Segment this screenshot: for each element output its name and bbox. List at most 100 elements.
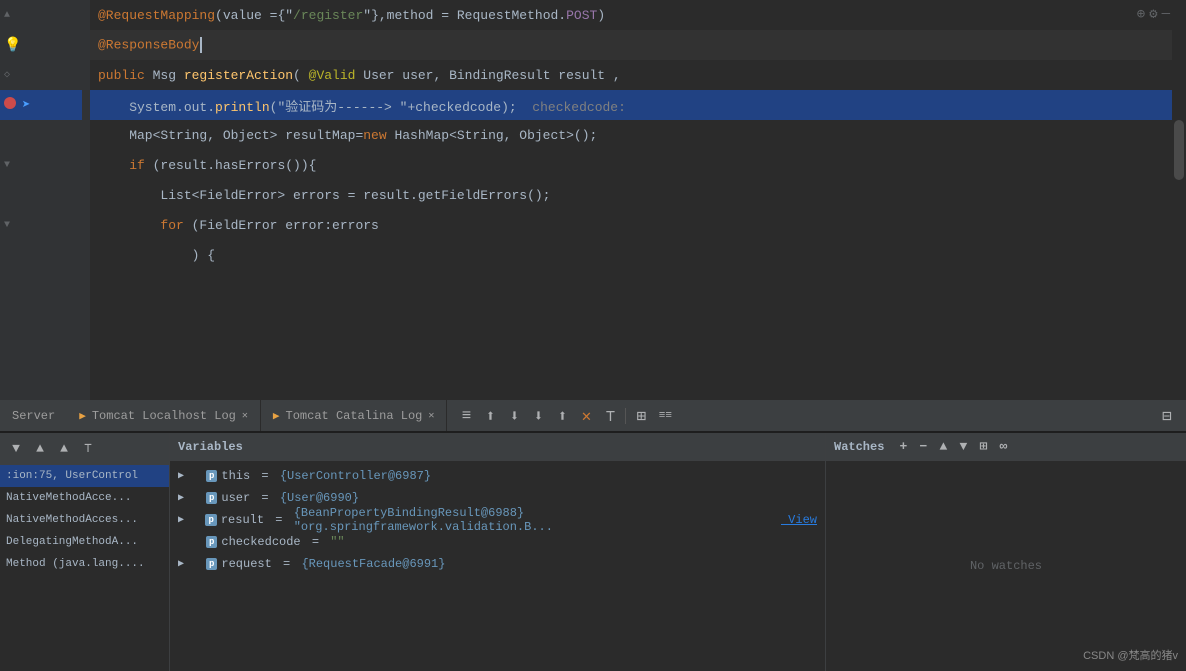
callstack-item-0[interactable]: :ion:75, UserControl: [0, 465, 169, 487]
gutter-line-1: ▲: [0, 0, 82, 30]
code-text-3: public Msg registerAction( @Valid User u…: [98, 68, 621, 83]
code-line-7: List<FieldError> errors = result.getFiel…: [90, 180, 1186, 210]
editor-top-right: ⊕ ⚙ —: [1137, 0, 1170, 29]
code-line-5: Map<String, Object> resultMap=new HashMa…: [90, 120, 1186, 150]
variables-header: Variables: [170, 433, 825, 461]
callstack-item-label-3: DelegatingMethodA...: [6, 536, 138, 548]
var-expand-result[interactable]: ▶: [178, 514, 190, 526]
minimize-icon[interactable]: —: [1162, 6, 1170, 23]
watches-toolbar: + − ▲ ▼ ⊞ ∞: [894, 438, 1012, 456]
callstack-item-3[interactable]: DelegatingMethodA...: [0, 531, 169, 553]
var-eq-request: =: [276, 557, 298, 571]
callstack-item-1[interactable]: NativeMethodAcce...: [0, 487, 169, 509]
callstack-item-2[interactable]: NativeMethodAcces...: [0, 509, 169, 531]
tomcat-localhost-icon: ▶: [79, 409, 86, 423]
toolbar-bottom-icon[interactable]: ⬇: [527, 405, 549, 427]
toolbar-grid-icon[interactable]: ⊞: [630, 405, 652, 427]
var-expand-user[interactable]: ▶: [178, 492, 190, 504]
debug-arrow-4: ➤: [22, 97, 30, 114]
breakpoint-icon-4[interactable]: [4, 97, 16, 113]
toolbar-top-icon[interactable]: ⬆: [551, 405, 573, 427]
var-item-this[interactable]: ▶ p this = {UserController@6987}: [170, 465, 825, 487]
var-eq-this: =: [254, 469, 276, 483]
callstack-item-label-1: NativeMethodAcce...: [6, 492, 131, 504]
toolbar-up-icon[interactable]: ⬆: [479, 405, 501, 427]
gutter-line-7: [0, 180, 82, 210]
code-line-9: ) {: [90, 240, 1186, 270]
watches-remove-btn[interactable]: −: [914, 438, 932, 456]
var-name-request: request: [221, 557, 271, 571]
toolbar-actions: ≡ ⬆ ⬇ ⬇ ⬆ ✕ ⊤ ⊞ ≡≡: [447, 405, 684, 427]
toolbar-remove-icon[interactable]: ✕: [575, 405, 597, 427]
watches-copy-btn[interactable]: ⊞: [974, 438, 992, 456]
var-value-request: {RequestFacade@6991}: [301, 557, 445, 571]
tab-tomcat-localhost-close[interactable]: ✕: [242, 410, 248, 422]
code-line-6: if (result.hasErrors()){: [90, 150, 1186, 180]
tab-tomcat-catalina[interactable]: ▶ Tomcat Catalina Log ✕: [261, 400, 447, 431]
watches-up-btn[interactable]: ▲: [934, 438, 952, 456]
var-item-result[interactable]: ▶ p result = {BeanPropertyBindingResult@…: [170, 509, 825, 531]
var-badge-result: p: [205, 514, 216, 526]
variables-list: ▶ p this = {UserController@6987} ▶ p use…: [170, 461, 825, 671]
code-line-2: @ResponseBody: [90, 30, 1186, 60]
code-line-8: for (FieldError error:errors: [90, 210, 1186, 240]
toolbar-end-icon[interactable]: ⊤: [599, 405, 621, 427]
fold-arrow-6[interactable]: ▼: [4, 160, 10, 171]
var-eq-user: =: [254, 491, 276, 505]
watches-infinity-btn[interactable]: ∞: [994, 438, 1012, 456]
var-view-result[interactable]: View: [781, 513, 817, 527]
toolbar-menu-icon[interactable]: ≡: [455, 405, 477, 427]
callstack-item-label-4: Method (java.lang....: [6, 558, 145, 570]
server-label: Server: [0, 409, 67, 423]
scrollbar-thumb[interactable]: [1174, 120, 1184, 180]
code-text-5: Map<String, Object> resultMap=new HashMa…: [98, 128, 597, 143]
variables-panel: Variables ▶ p this = {UserController@698…: [170, 433, 826, 671]
code-line-1: @RequestMapping(value ={"/register"},met…: [90, 0, 1186, 30]
variables-title: Variables: [178, 440, 243, 454]
var-expand-this[interactable]: ▶: [178, 470, 190, 482]
settings-icon[interactable]: ⚙: [1149, 6, 1157, 23]
toolbar-down-icon[interactable]: ⬇: [503, 405, 525, 427]
var-expand-checkedcode: ▶: [178, 536, 190, 548]
callstack-filter-btn[interactable]: ⊤: [78, 439, 98, 459]
var-eq-result: =: [268, 513, 290, 527]
code-line-4: System.out.println("验证码为------> "+checke…: [90, 90, 1186, 120]
toolbar-sep-1: [625, 408, 626, 424]
code-text-1: @RequestMapping(value ={"/register"},met…: [98, 8, 605, 23]
var-expand-request[interactable]: ▶: [178, 558, 190, 570]
var-name-user: user: [221, 491, 250, 505]
fold-arrow-1[interactable]: ▲: [4, 10, 10, 21]
var-name-this: this: [221, 469, 250, 483]
tab-bar-right: ⊟: [1156, 405, 1186, 427]
tab-tomcat-localhost[interactable]: ▶ Tomcat Localhost Log ✕: [67, 400, 261, 431]
code-content: @RequestMapping(value ={"/register"},met…: [90, 0, 1186, 400]
callstack-down-btn[interactable]: ▼: [6, 439, 26, 459]
var-eq-checkedcode: =: [305, 535, 327, 549]
tab-tomcat-catalina-close[interactable]: ✕: [428, 410, 434, 422]
fold-arrow-3[interactable]: ◇: [4, 69, 10, 81]
var-item-checkedcode[interactable]: ▶ p checkedcode = "": [170, 531, 825, 553]
code-text-9: ) {: [98, 248, 215, 263]
watermark-text: CSDN @梵高的猪v: [1083, 650, 1178, 662]
tab-tomcat-catalina-label: Tomcat Catalina Log: [286, 409, 423, 423]
expand-icon[interactable]: ⊕: [1137, 6, 1145, 23]
gutter-line-4: ➤: [0, 90, 82, 120]
callstack-panel: ▼ ▲ ▲ ⊤ :ion:75, UserControl NativeMetho…: [0, 433, 170, 671]
fold-arrow-8[interactable]: ▼: [4, 220, 10, 231]
var-item-request[interactable]: ▶ p request = {RequestFacade@6991}: [170, 553, 825, 575]
watches-body: No watches: [826, 461, 1186, 671]
watches-down-btn[interactable]: ▼: [954, 438, 972, 456]
toolbar-panel-icon[interactable]: ⊟: [1156, 405, 1178, 427]
watches-add-btn[interactable]: +: [894, 438, 912, 456]
editor-scrollbar[interactable]: [1172, 0, 1186, 400]
toolbar-lines-icon[interactable]: ≡≡: [654, 405, 676, 427]
gutter-line-3: ◇: [0, 60, 82, 90]
callstack-up-btn[interactable]: ▲: [30, 439, 50, 459]
var-value-this: {UserController@6987}: [280, 469, 431, 483]
editor-area: ▲ 💡 ◇ ➤ ▼ ▼: [0, 0, 1186, 400]
callstack-item-4[interactable]: Method (java.lang....: [0, 553, 169, 575]
code-line-3: public Msg registerAction( @Valid User u…: [90, 60, 1186, 90]
gutter-line-6: ▼: [0, 150, 82, 180]
bulb-icon-2[interactable]: 💡: [4, 37, 21, 54]
callstack-up-btn2[interactable]: ▲: [54, 439, 74, 459]
